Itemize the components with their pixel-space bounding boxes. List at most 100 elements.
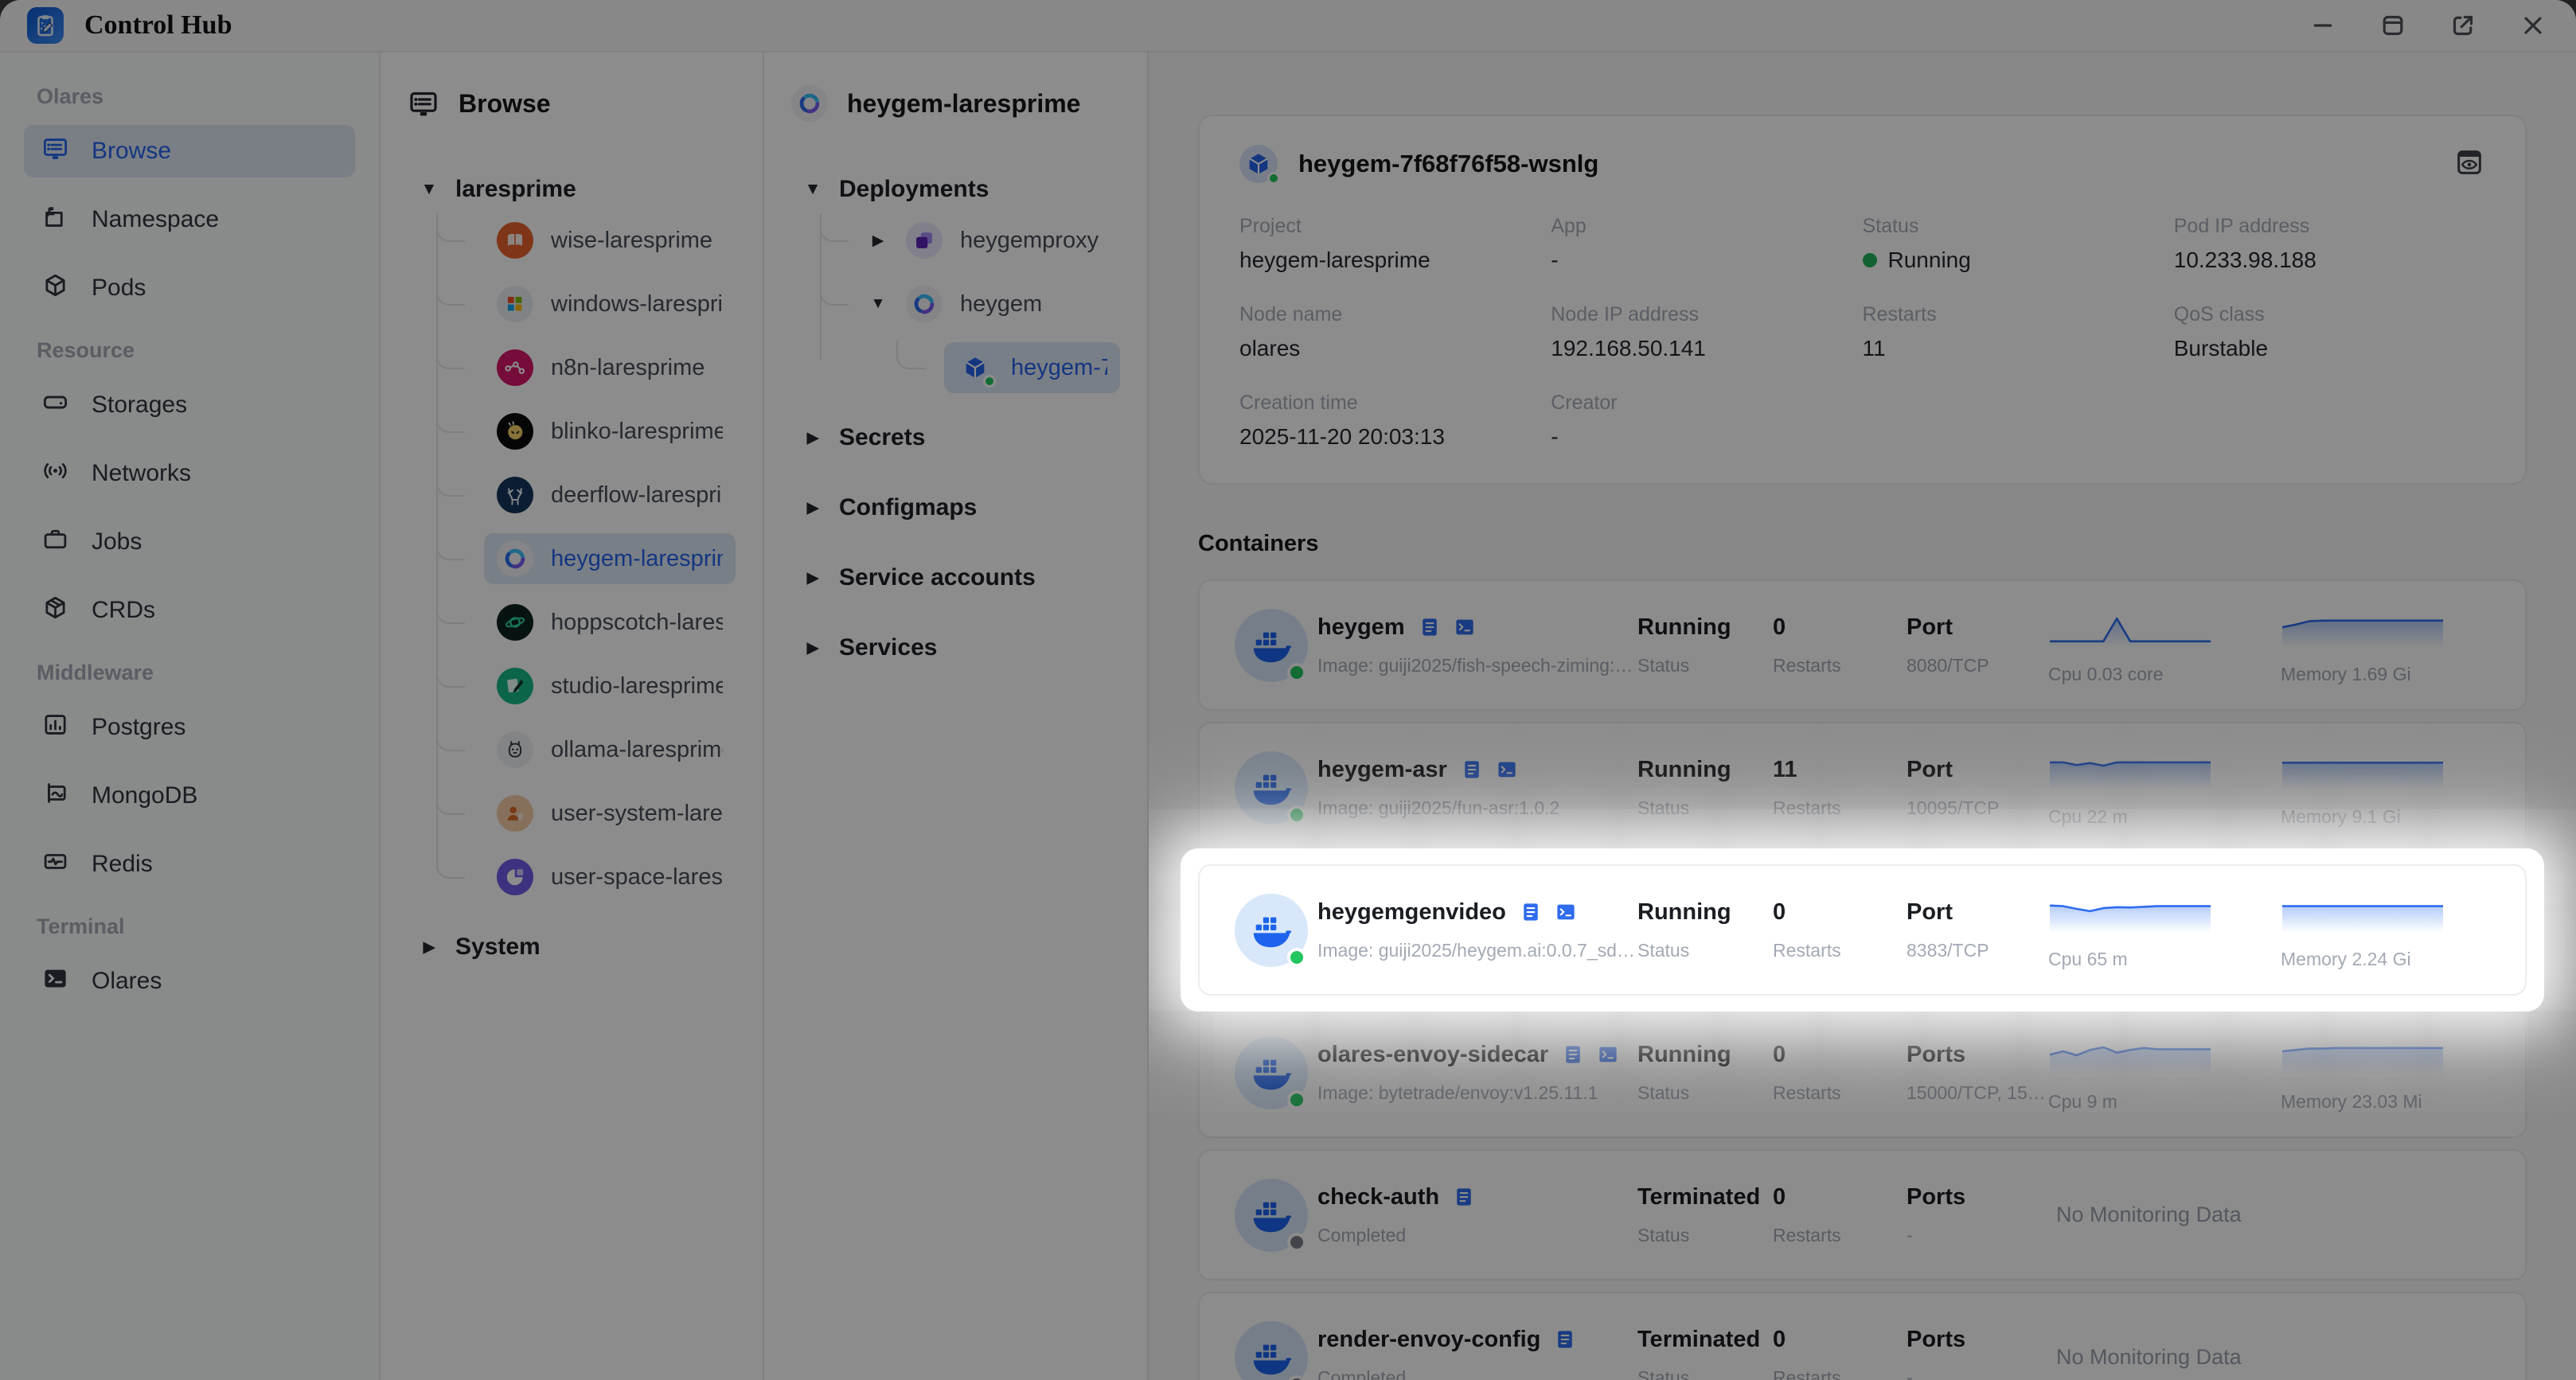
container-log-icon[interactable] bbox=[1553, 1327, 1577, 1351]
container-row-render-envoy-config: render-envoy-config Completed Terminated… bbox=[1198, 1292, 2527, 1380]
container-log-icon[interactable] bbox=[1519, 900, 1543, 924]
tree-item-user-system-larespri-[interactable]: user-system-larespri… bbox=[436, 786, 736, 839]
tree-node-secrets[interactable]: ▶ Secrets bbox=[791, 412, 1120, 463]
tree-item-deerflow-laresprime[interactable]: deerflow-laresprime bbox=[436, 468, 736, 520]
pod-field-label: Restarts bbox=[1862, 303, 1937, 326]
tree-item-ollama-laresprime[interactable]: ollama-laresprime bbox=[436, 723, 736, 775]
sidebar-item-postgres[interactable]: Postgres bbox=[24, 701, 355, 754]
container-log-icon[interactable] bbox=[1418, 615, 1442, 639]
tree-node-service-accounts[interactable]: ▶ Service accounts bbox=[791, 552, 1120, 603]
sidebar-item-crds[interactable]: CRDs bbox=[24, 584, 355, 637]
sidebar-item-namespace[interactable]: Namespace bbox=[24, 193, 355, 246]
pod-detail-main: heygem-7f68f76f58-wsnlg Project heygem-l… bbox=[1149, 53, 2576, 1380]
tree-item-heygemproxy[interactable]: ▶ heygemproxy bbox=[820, 213, 1120, 266]
container-icon-cell bbox=[1235, 1320, 1317, 1380]
container-port-value: 10095/TCP bbox=[1907, 797, 2000, 818]
docker-icon bbox=[1235, 1035, 1308, 1109]
tree-item-n8n-laresprime[interactable]: n8n-laresprime bbox=[436, 341, 736, 393]
tree-node-services[interactable]: ▶ Services bbox=[791, 622, 1120, 673]
sidebar-item-pods[interactable]: Pods bbox=[24, 262, 355, 314]
container-image: Image: guiji2025/fish-speech-ziming:1.0.… bbox=[1317, 654, 1637, 676]
container-actions bbox=[1452, 1185, 1476, 1209]
n8n-app-icon bbox=[497, 349, 533, 386]
deployment-tree-item-label: heygem bbox=[960, 290, 1043, 317]
memory-usage-label: Memory 2.24 Gi bbox=[2281, 949, 2411, 969]
pod-field-value: heygem-laresprime bbox=[1239, 248, 1430, 272]
container-image: Image: guiji2025/fun-asr:1.0.2 bbox=[1317, 797, 1560, 818]
maximize-icon[interactable] bbox=[2377, 10, 2409, 41]
sidebar-item-jobs[interactable]: Jobs bbox=[24, 516, 355, 568]
tree-item-heygem-laresprime[interactable]: heygem-laresprime bbox=[436, 532, 736, 584]
tree-item-blinko-laresprime[interactable]: blinko-laresprime bbox=[436, 404, 736, 457]
pod-field-label: Project bbox=[1239, 215, 1302, 237]
container-restarts: 0 bbox=[1773, 899, 1786, 925]
sidebar-item-redis[interactable]: Redis bbox=[24, 838, 355, 891]
heygem-children: heygem-7f68f76f… bbox=[896, 341, 1120, 393]
container-state-dot bbox=[1287, 1232, 1306, 1252]
pod-field-value: 2025-11-20 20:03:13 bbox=[1239, 424, 1445, 449]
app-window: Control Hub Olares Browse Namespace Pods… bbox=[0, 0, 2576, 1380]
network-icon bbox=[41, 457, 69, 491]
docker-icon bbox=[1235, 1178, 1308, 1252]
container-restarts: 0 bbox=[1773, 1041, 1786, 1067]
container-status-label: Status bbox=[1637, 1082, 1690, 1103]
pod-field: Node IP address 192.168.50.141 bbox=[1551, 303, 1862, 361]
screen-stage: Control Hub Olares Browse Namespace Pods… bbox=[0, 0, 2576, 1380]
tree-item-wise-laresprime[interactable]: wise-laresprime bbox=[436, 213, 736, 266]
tree-item-windows-laresprime[interactable]: windows-laresprime bbox=[436, 277, 736, 329]
sidebar-item-networks[interactable]: Networks bbox=[24, 447, 355, 500]
sidebar-item-label: Olares bbox=[92, 968, 162, 994]
open-external-icon[interactable] bbox=[2447, 10, 2479, 41]
container-terminal-icon[interactable] bbox=[1596, 1043, 1620, 1066]
titlebar: Control Hub bbox=[0, 0, 2576, 53]
container-actions bbox=[1418, 615, 1477, 639]
container-log-icon[interactable] bbox=[1452, 1185, 1476, 1209]
windows-app-icon bbox=[497, 286, 533, 322]
heygem-app-icon bbox=[791, 85, 828, 122]
sidebar-item-label: MongoDB bbox=[92, 782, 198, 809]
cpu-sparkline bbox=[2048, 890, 2281, 934]
cpu-sparkline bbox=[2048, 747, 2281, 792]
container-port-value: 15000/TCP, 15… bbox=[1907, 1082, 2046, 1103]
container-log-icon[interactable] bbox=[1561, 1043, 1585, 1066]
resource-groups: ▶ Secrets ▶ Configmaps ▶ Service account… bbox=[791, 412, 1120, 673]
container-terminal-icon[interactable] bbox=[1495, 758, 1519, 782]
minimize-icon[interactable] bbox=[2307, 10, 2339, 41]
chevron-down-icon: ▼ bbox=[804, 180, 822, 198]
sidebar-item-label: Pods bbox=[92, 275, 146, 301]
container-log-icon[interactable] bbox=[1460, 758, 1484, 782]
sidebar-item-olares[interactable]: Olares bbox=[24, 955, 355, 1008]
container-port-value: - bbox=[1907, 1366, 1913, 1380]
cpu-sparkline-cell: Cpu 0.03 core bbox=[2048, 605, 2281, 685]
tree-item-hoppscotch-larespri-[interactable]: hoppscotch-larespri… bbox=[436, 595, 736, 648]
close-icon[interactable] bbox=[2517, 10, 2549, 41]
container-terminal-icon[interactable] bbox=[1554, 900, 1578, 924]
cpu-sparkline-cell: Cpu 9 m bbox=[2048, 1032, 2281, 1113]
sidebar-item-label: Jobs bbox=[92, 528, 142, 555]
sidebar-item-mongodb[interactable]: MongoDB bbox=[24, 770, 355, 822]
sidebar-item-storages[interactable]: Storages bbox=[24, 379, 355, 431]
pod-field-label: Pod IP address bbox=[2173, 215, 2310, 237]
tree-node-configmaps[interactable]: ▶ Configmaps bbox=[791, 482, 1120, 533]
sidebar-item-label: Redis bbox=[92, 851, 153, 877]
laresprime-children: wise-laresprime windows-laresprime n8n-l… bbox=[436, 213, 736, 902]
tree-node-system[interactable]: ▶ System bbox=[408, 922, 736, 973]
sidebar-section-label: Olares bbox=[37, 84, 104, 108]
app-tree-item-label: heygem-laresprime bbox=[551, 545, 723, 571]
container-icon-cell bbox=[1235, 750, 1317, 824]
tree-node-laresprime[interactable]: ▼ laresprime bbox=[408, 164, 736, 215]
tree-item-heygem[interactable]: ▼ heygem bbox=[820, 277, 1120, 329]
pods-icon bbox=[41, 271, 69, 306]
tree-item-user-space-larespri-[interactable]: user-space-larespri… bbox=[436, 850, 736, 902]
sidebar-item-browse[interactable]: Browse bbox=[24, 125, 355, 177]
terminal-icon bbox=[41, 965, 69, 999]
inspect-yaml-icon[interactable] bbox=[2453, 146, 2485, 182]
container-terminal-icon[interactable] bbox=[1453, 615, 1477, 639]
memory-usage-label: Memory 23.03 Mi bbox=[2281, 1091, 2422, 1112]
app-tree-item-label: deerflow-laresprime bbox=[551, 481, 723, 508]
tree-item-studio-laresprime[interactable]: studio-laresprime bbox=[436, 659, 736, 711]
pod-tree-item[interactable]: heygem-7f68f76f… bbox=[896, 341, 1120, 393]
container-state-dot bbox=[1287, 1090, 1306, 1109]
tree-node-deployments[interactable]: ▼ Deployments bbox=[791, 164, 1120, 215]
container-image: Image: bytetrade/envoy:v1.25.11.1 bbox=[1317, 1082, 1598, 1103]
